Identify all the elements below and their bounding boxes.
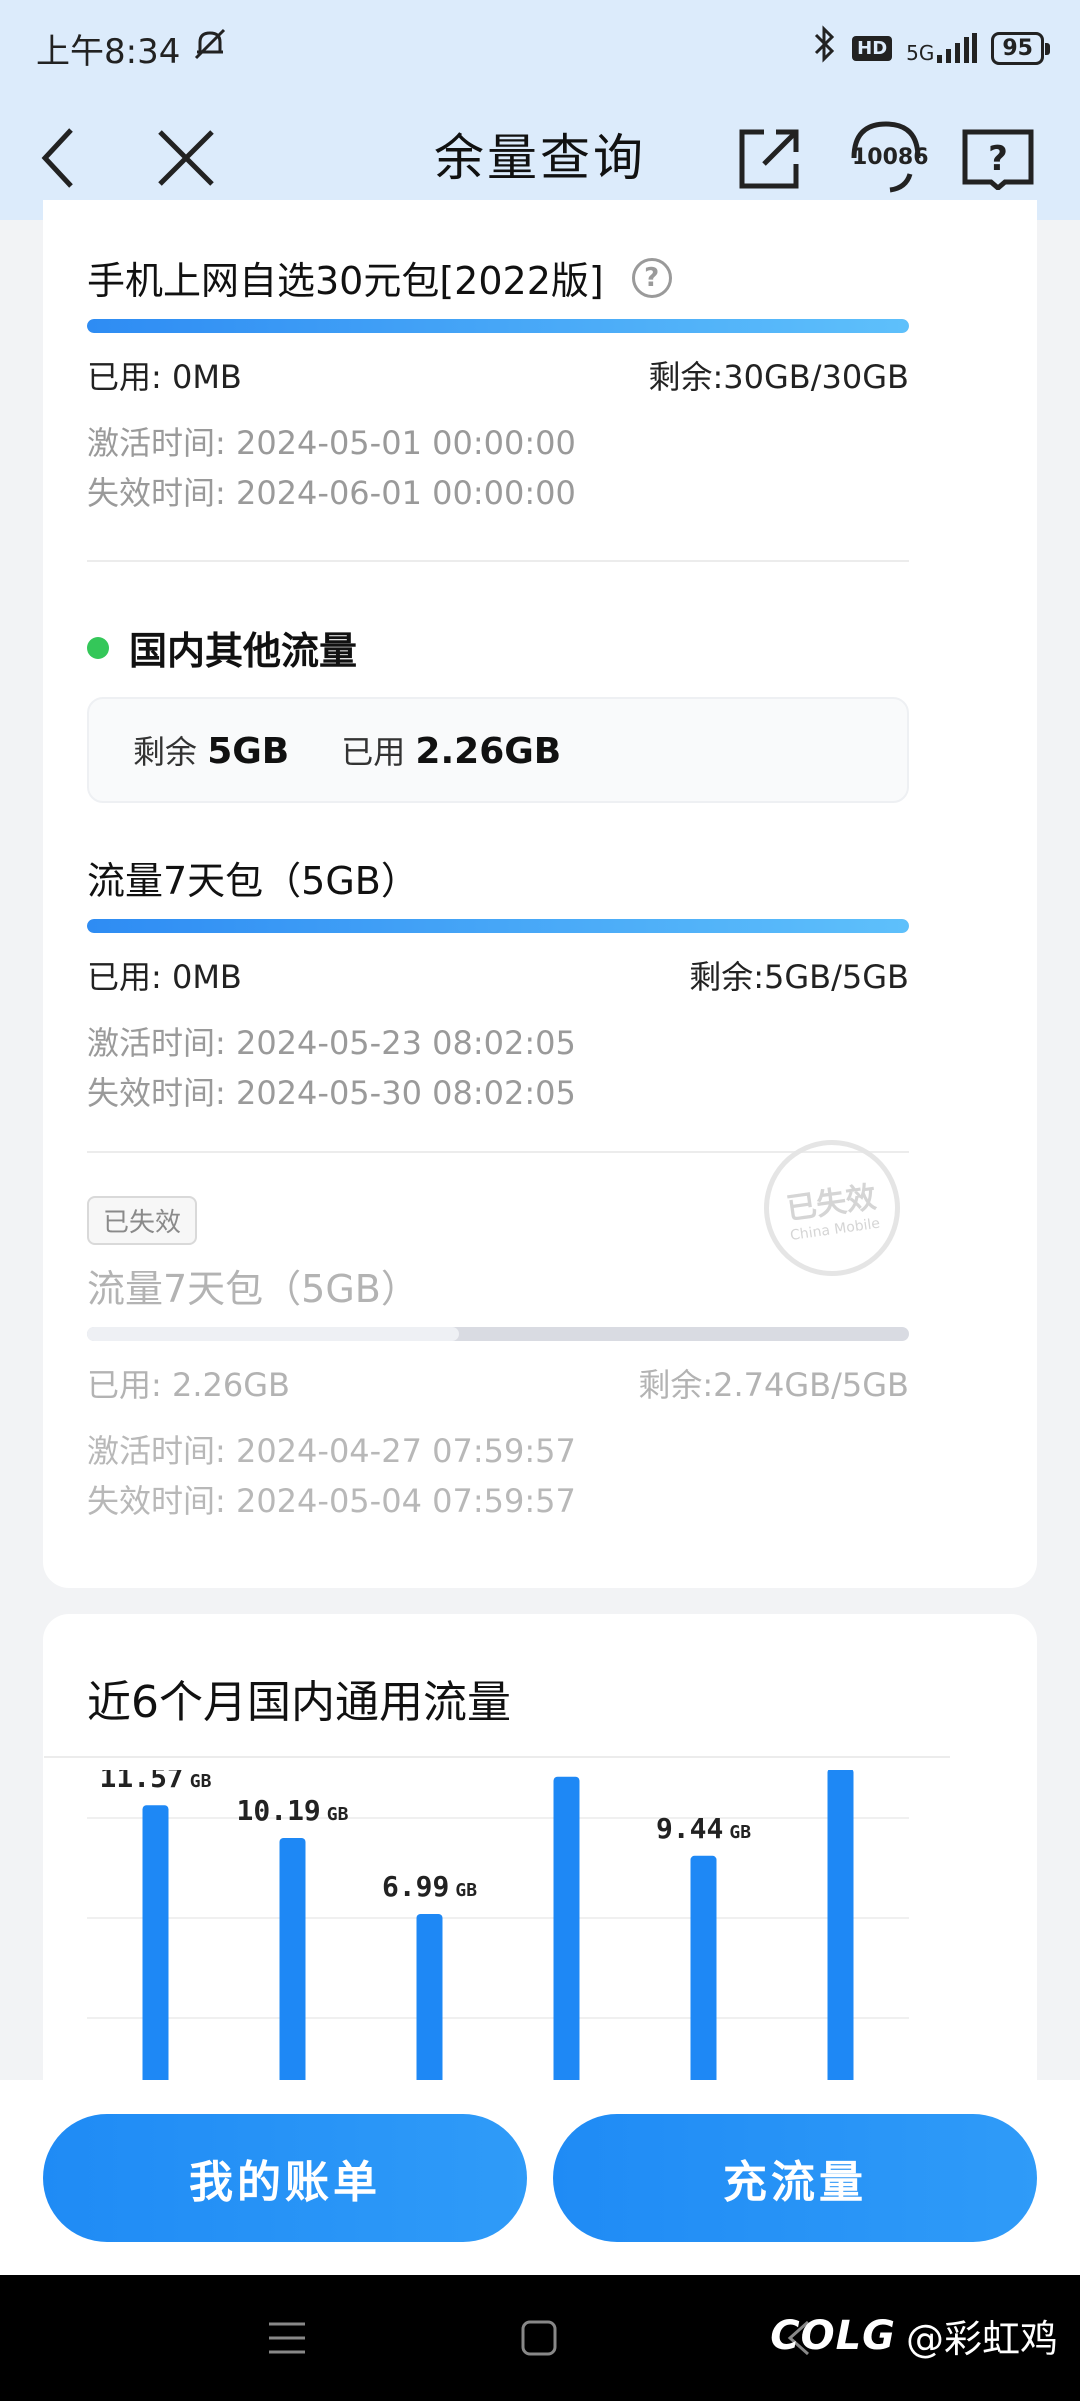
bluetooth-icon — [812, 24, 838, 73]
expiry-time: 失效时间: 2024-05-30 08:02:05 — [87, 1074, 576, 1112]
activation-time: 激活时间: 2024-04-27 07:59:57 — [87, 1432, 576, 1470]
used-amount: 已用: 2.26GB — [87, 1366, 290, 1404]
home-icon[interactable] — [512, 2311, 566, 2365]
package-title: 流量7天包（5GB） — [87, 1267, 419, 1311]
package-title: 流量7天包（5GB） — [87, 859, 419, 903]
chart-data-label: 6.99 GB — [382, 1870, 477, 1903]
package-item: 流量7天包（5GB） 已用: 0MB 剩余:5GB/5GB 激活时间: 2024… — [87, 850, 909, 1112]
chart-data-label: 11.57 GB — [100, 1770, 212, 1794]
status-time: 上午8:34 — [36, 31, 181, 72]
headset-icon: 10086 — [846, 118, 929, 198]
question-icon[interactable]: ? — [631, 257, 672, 298]
chart-bar — [690, 1855, 717, 2080]
section-title-row: 国内其他流量 — [87, 620, 357, 675]
status-bar: 上午8:34 HD 5G 95 — [0, 0, 1080, 96]
signal-icon: 5G — [906, 33, 978, 65]
expiry-time: 失效时间: 2024-06-01 00:00:00 — [87, 474, 576, 512]
usage-progress-bar — [87, 1327, 909, 1341]
green-dot-icon — [87, 636, 109, 659]
usage-progress-fill — [87, 919, 909, 933]
usage-progress-bar — [87, 319, 909, 333]
remaining-summary: 剩余 5GB — [133, 727, 289, 773]
chart-data-label: 10.19 GB — [237, 1794, 349, 1827]
expiry-time: 失效时间: 2024-05-04 07:59:57 — [87, 1482, 576, 1520]
help-book-button[interactable]: ? — [958, 116, 1038, 200]
recharge-data-button[interactable]: 充流量 — [553, 2114, 1037, 2242]
remaining-value: 5GB — [207, 731, 290, 772]
used-label: 已用 — [341, 733, 406, 771]
traffic-summary-box: 剩余 5GB 已用 2.26GB — [87, 697, 909, 803]
service-number: 10086 — [852, 145, 929, 170]
battery-icon: 95 — [991, 31, 1050, 65]
bottom-action-bar: 我的账单 充流量 — [0, 2080, 1080, 2275]
my-bill-button[interactable]: 我的账单 — [43, 2114, 527, 2242]
divider — [87, 1151, 909, 1153]
status-icons: HD 5G 95 — [812, 24, 1050, 73]
remaining-amount: 剩余:30GB/30GB — [648, 358, 909, 396]
expired-package-item: 流量7天包（5GB） 已用: 2.26GB 剩余:2.74GB/5GB 激活时间… — [87, 1258, 909, 1520]
chart-bar — [553, 1776, 580, 2080]
mute-bell-icon — [190, 24, 230, 73]
section-title: 国内其他流量 — [129, 629, 358, 673]
chart-bar — [142, 1805, 169, 2080]
used-amount: 已用: 0MB — [87, 358, 242, 396]
chart-bar — [827, 1770, 854, 2080]
expired-badge: 已失效 — [87, 1196, 198, 1245]
activation-time: 激活时间: 2024-05-23 08:02:05 — [87, 1024, 576, 1062]
package-title-row: 流量7天包（5GB） — [87, 850, 909, 905]
divider — [44, 1756, 950, 1758]
menu-icon[interactable] — [260, 2311, 314, 2365]
activation-time: 激活时间: 2024-05-01 00:00:00 — [87, 424, 576, 462]
share-button[interactable] — [728, 116, 812, 200]
package-title-row: 手机上网自选30元包[2022版] ? — [87, 250, 909, 305]
package-item: 手机上网自选30元包[2022版] ? 已用: 0MB 剩余:30GB/30GB… — [87, 250, 909, 512]
hd-badge: HD — [852, 35, 893, 61]
watermark-text: @彩虹鸡 — [905, 2317, 1058, 2361]
remaining-label: 剩余 — [133, 733, 198, 771]
chart-title: 近6个月国内通用流量 — [87, 1677, 511, 1728]
remaining-amount: 剩余:5GB/5GB — [689, 958, 909, 996]
remaining-amount: 剩余:2.74GB/5GB — [638, 1366, 909, 1404]
chart-bar — [279, 1837, 306, 2080]
chart-bar — [416, 1913, 443, 2080]
used-amount: 已用: 0MB — [87, 958, 242, 996]
network-type: 5G — [906, 41, 935, 65]
used-value: 2.26GB — [415, 731, 562, 772]
package-title-row: 流量7天包（5GB） — [87, 1258, 909, 1313]
svg-text:?: ? — [988, 139, 1008, 179]
watermark: COLG @彩虹鸡 — [770, 2308, 1058, 2363]
usage-progress-fill — [87, 1327, 459, 1341]
chart-data-label: 9.44 GB — [656, 1812, 751, 1845]
watermark-logo: COLG — [770, 2312, 896, 2359]
package-title: 手机上网自选30元包[2022版] — [87, 259, 604, 303]
traffic-bar-chart: 11.57GB10.19GB6.99GB12.77GB9.44GB13.12GB — [87, 1770, 909, 2080]
used-summary: 已用 2.26GB — [341, 727, 561, 773]
status-time-group: 上午8:34 — [36, 24, 230, 73]
divider — [87, 560, 909, 562]
usage-progress-bar — [87, 919, 909, 933]
customer-service-button[interactable]: 10086 — [844, 116, 929, 200]
usage-progress-fill — [87, 319, 909, 333]
share-icon — [739, 129, 799, 189]
help-book-icon: ? — [962, 129, 1034, 190]
